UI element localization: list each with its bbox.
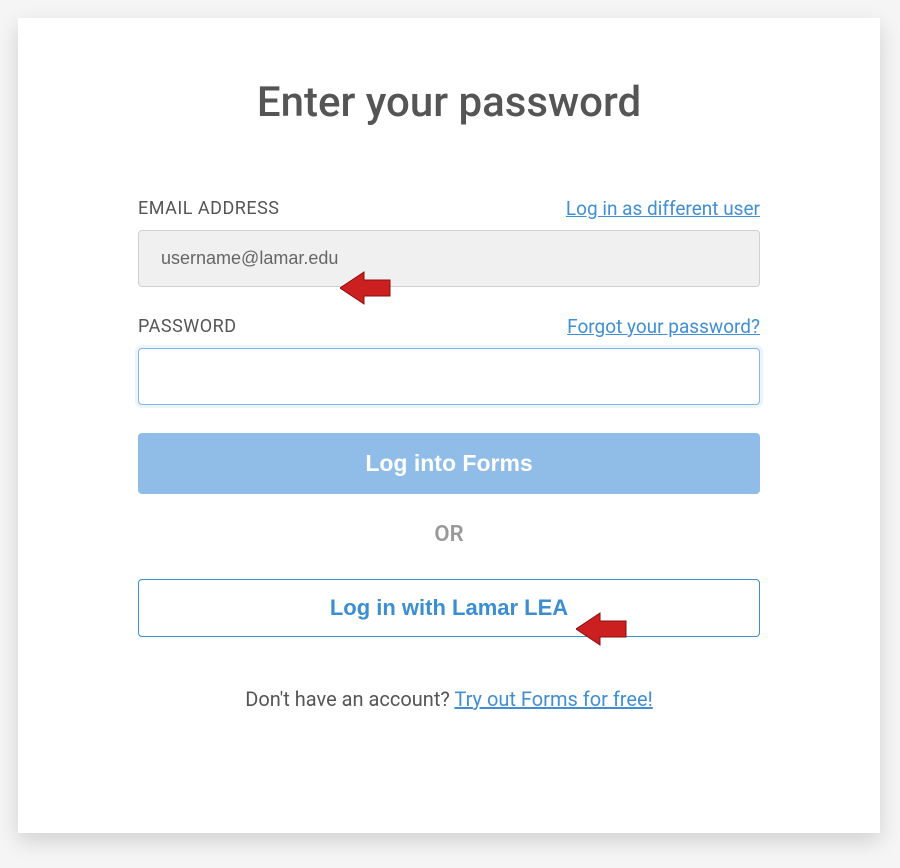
password-input-wrapper (138, 348, 760, 405)
signup-link[interactable]: Try out Forms for free! (454, 687, 652, 711)
email-label-row: EMAIL ADDRESS Log in as different user (138, 197, 760, 220)
divider-text: OR (138, 522, 760, 547)
password-label: PASSWORD (138, 316, 237, 337)
email-input-wrapper (138, 230, 760, 287)
sso-login-button[interactable]: Log in with Lamar LEA (138, 579, 760, 637)
login-card: Enter your password EMAIL ADDRESS Log in… (18, 18, 880, 833)
page-title: Enter your password (138, 78, 760, 127)
password-label-row: PASSWORD Forgot your password? (138, 315, 760, 338)
email-label: EMAIL ADDRESS (138, 198, 279, 219)
switch-user-link[interactable]: Log in as different user (566, 197, 760, 220)
password-field[interactable] (138, 348, 760, 405)
email-field (138, 230, 760, 287)
signup-row: Don't have an account? Try out Forms for… (138, 687, 760, 711)
signup-prompt: Don't have an account? (245, 687, 454, 711)
forgot-password-link[interactable]: Forgot your password? (567, 315, 760, 338)
login-button[interactable]: Log into Forms (138, 433, 760, 494)
